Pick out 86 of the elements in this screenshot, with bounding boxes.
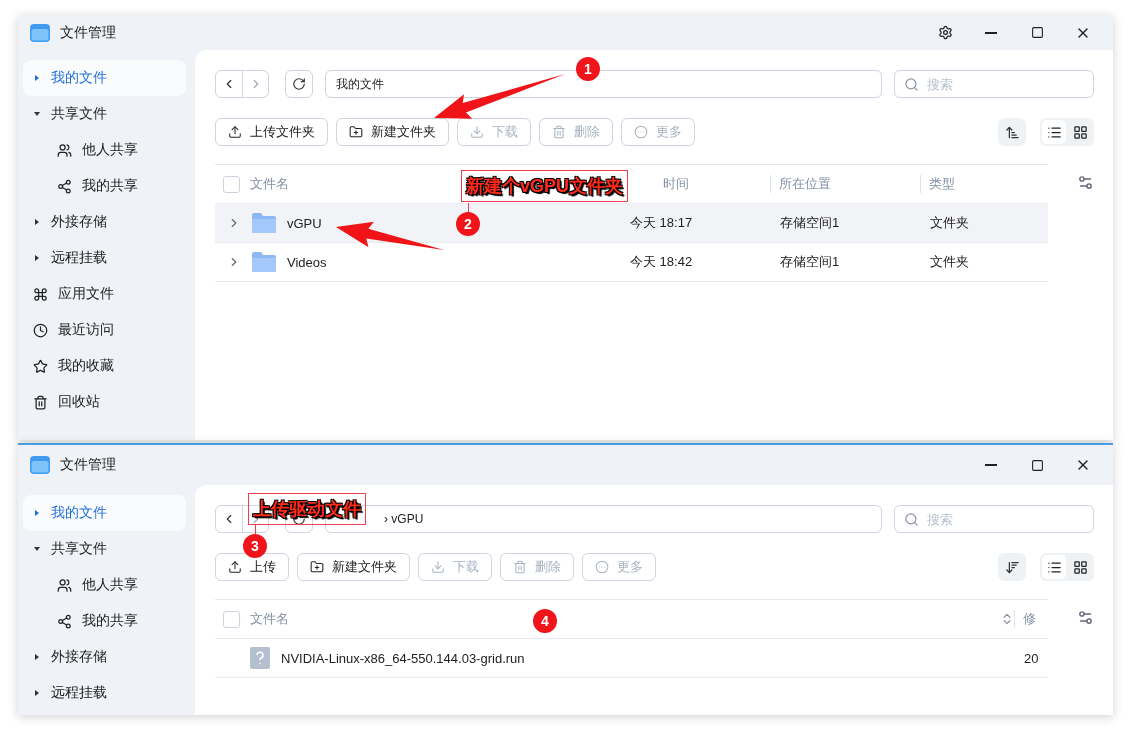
refresh-icon — [292, 77, 306, 91]
sidebar-item[interactable]: 回收站 — [23, 384, 186, 420]
toolbar-button[interactable]: 新建文件夹 — [336, 118, 449, 146]
share-icon — [57, 178, 72, 194]
callout-label: 上传驱动文件 — [248, 493, 366, 525]
select-all-checkbox[interactable] — [223, 175, 240, 193]
sidebar-item[interactable]: 远程挂载 — [23, 240, 186, 276]
toolbar-button[interactable]: 上传文件夹 — [215, 118, 328, 146]
maximize-icon — [1030, 26, 1044, 39]
folder-icon — [251, 212, 277, 234]
window-title: 文件管理 — [60, 456, 117, 474]
list-view-button[interactable] — [1042, 555, 1066, 579]
apps-icon — [33, 286, 48, 302]
search-icon — [904, 512, 919, 527]
download-icon — [431, 560, 445, 574]
sidebar-item[interactable]: 我的文件 — [23, 60, 186, 96]
trash-icon — [33, 394, 48, 410]
gear-icon — [937, 25, 953, 40]
search-field[interactable]: 搜索 — [894, 505, 1094, 533]
sidebar-item[interactable]: 远程挂载 — [23, 675, 186, 711]
toolbar-button[interactable]: 上传 — [215, 553, 289, 581]
column-settings-icon[interactable] — [1077, 609, 1094, 626]
list-icon — [1046, 559, 1062, 575]
folder-icon — [251, 251, 277, 273]
table-cell-text: 存储空间1 — [779, 214, 841, 232]
sidebar-item[interactable]: 应用文件 — [23, 276, 186, 312]
file-name: Videos — [287, 254, 327, 270]
upload-icon — [228, 125, 242, 139]
folder-app-icon — [30, 456, 50, 474]
sidebar-item[interactable]: 他人共享 — [23, 567, 186, 603]
folder-plus-icon — [310, 560, 324, 574]
window-title: 文件管理 — [60, 23, 117, 42]
share-icon — [57, 613, 72, 629]
sidebar-item[interactable]: 我的共享 — [23, 603, 186, 639]
sidebar-item[interactable]: 共享文件 — [23, 531, 186, 567]
people-icon — [57, 142, 72, 158]
table-cell-text: 文件夹 — [929, 214, 970, 232]
table-cell-text: 存储空间1 — [779, 253, 841, 271]
sort-descending-icon — [1004, 559, 1020, 575]
select-all-checkbox[interactable] — [223, 610, 240, 628]
sidebar-item[interactable]: 他人共享 — [23, 132, 186, 168]
callout-label: 新建个vGPU文件夹 — [461, 170, 629, 202]
people-icon — [57, 577, 72, 593]
sidebar-item[interactable]: 我的文件 — [23, 495, 186, 531]
sidebar-item[interactable]: 外接存储 — [23, 639, 186, 675]
list-view-button[interactable] — [1042, 120, 1066, 144]
grid-icon — [1072, 124, 1088, 140]
clock-icon — [33, 322, 48, 338]
sidebar-item[interactable]: 我的共享 — [23, 168, 186, 204]
sidebar-item[interactable]: 最近访问 — [23, 312, 186, 348]
list-icon — [1046, 124, 1062, 140]
table-cell-text: 今天 18:17 — [629, 214, 694, 232]
star-icon — [33, 358, 48, 374]
grid-icon — [1072, 559, 1088, 575]
download-icon — [470, 125, 484, 139]
more-icon — [634, 125, 648, 139]
trash-icon — [513, 560, 527, 574]
unknown-file-icon — [249, 646, 271, 670]
table-cell-text: 20 — [1023, 650, 1040, 666]
file-name: vGPU — [287, 215, 322, 231]
folder-app-icon — [30, 23, 50, 42]
search-field[interactable]: 搜索 — [894, 70, 1094, 98]
sort-button[interactable] — [998, 118, 1026, 146]
minimize-icon — [985, 31, 997, 34]
more-icon — [595, 560, 609, 574]
maximize-icon — [1030, 458, 1044, 472]
table-cell-text: 今天 18:42 — [629, 253, 694, 271]
column-settings-icon[interactable] — [1077, 174, 1094, 191]
trash-icon — [552, 125, 566, 139]
table-row[interactable]: Videos 今天 18:42 存储空间1 文件夹 — [215, 243, 1048, 282]
refresh-button[interactable] — [285, 70, 313, 98]
sidebar-item[interactable]: 共享文件 — [23, 96, 186, 132]
table-cell-text: 文件夹 — [929, 253, 970, 271]
sidebar-item[interactable]: 外接存储 — [23, 204, 186, 240]
upload-icon — [228, 560, 242, 574]
toolbar-button[interactable]: 新建文件夹 — [297, 553, 410, 581]
sidebar-item[interactable]: 我的收藏 — [23, 348, 186, 384]
folder-plus-icon — [349, 125, 363, 139]
table-row[interactable]: NVIDIA-Linux-x86_64-550.144.03-grid.run 20 — [215, 639, 1048, 678]
minimize-icon — [985, 464, 997, 466]
sort-ascending-icon — [1004, 124, 1020, 140]
search-icon — [904, 77, 919, 92]
leader-line — [255, 525, 256, 535]
sort-button[interactable] — [998, 553, 1026, 581]
file-name: NVIDIA-Linux-x86_64-550.144.03-grid.run — [281, 650, 525, 666]
leader-line — [468, 203, 469, 213]
